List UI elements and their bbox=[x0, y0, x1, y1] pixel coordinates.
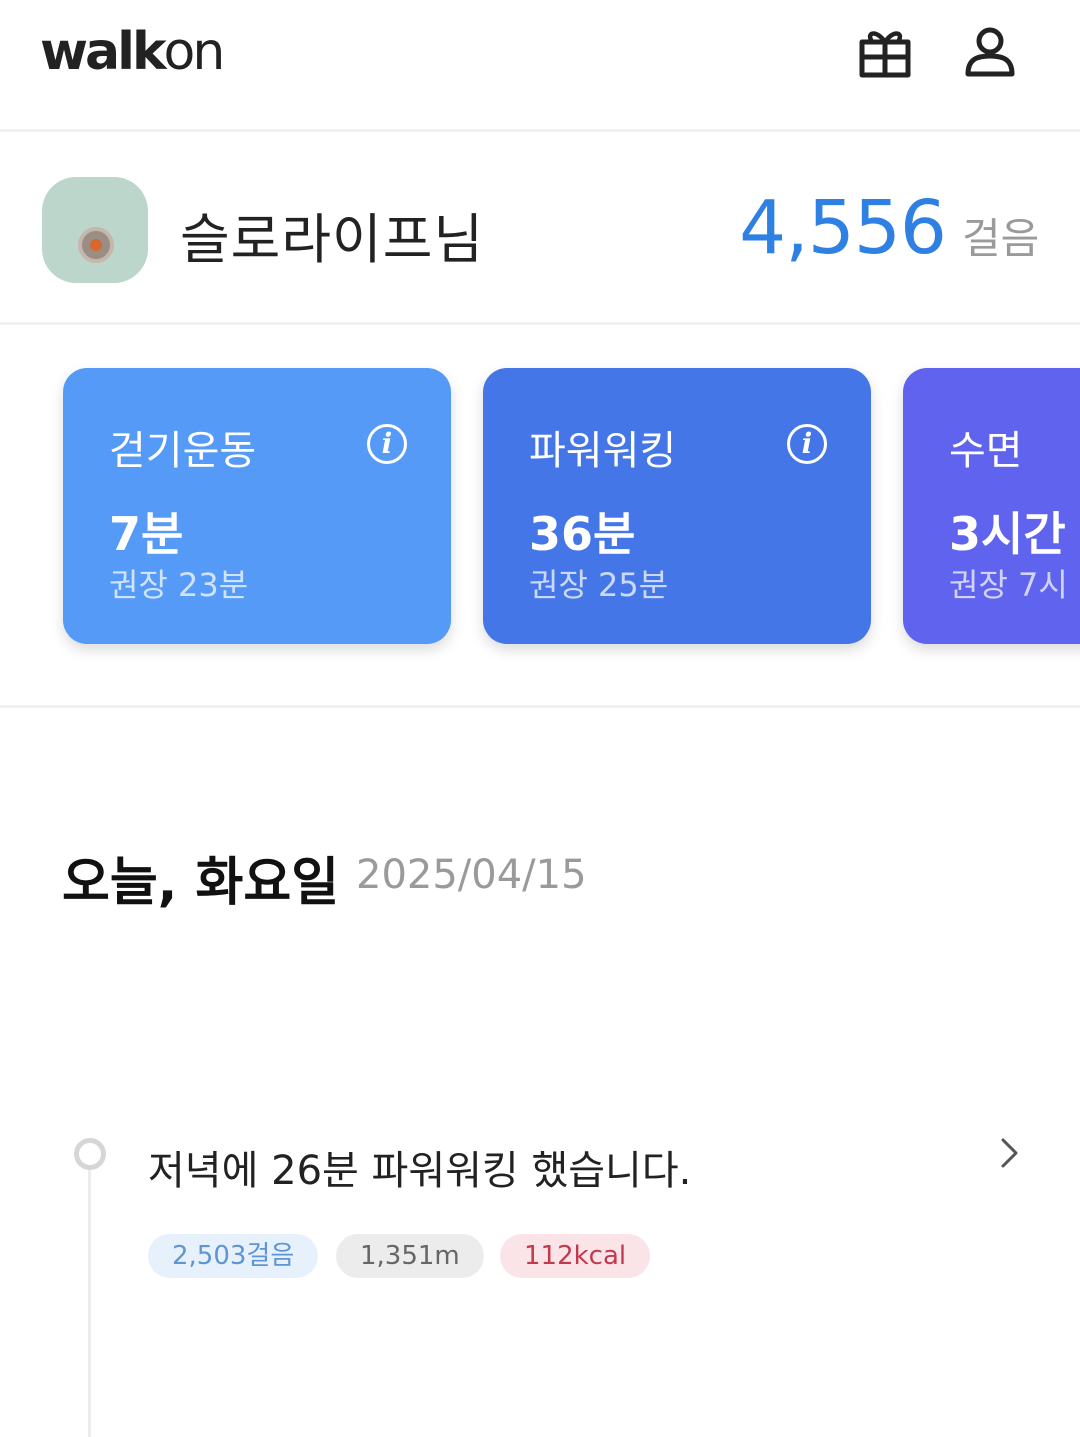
distance-chip: 1,351m bbox=[336, 1234, 484, 1278]
day-title: 오늘, 화요일 bbox=[62, 853, 340, 913]
info-icon[interactable]: i bbox=[787, 424, 827, 464]
avatar[interactable] bbox=[42, 177, 148, 283]
user-name: 슬로라이프님 bbox=[180, 208, 485, 271]
walkon-logo: walkon bbox=[40, 22, 225, 82]
gift-icon[interactable] bbox=[857, 24, 913, 80]
card-power-walking[interactable]: 파워워킹 i 36분 권장 25분 bbox=[483, 368, 871, 644]
profile-summary: 슬로라이프님 4,556 걸음 bbox=[0, 135, 1080, 325]
card-value: 36분 bbox=[529, 507, 636, 561]
activity-cards: 걷기운동 i 7분 권장 23분 파워워킹 i 36분 권장 25분 수면 3시… bbox=[0, 328, 1080, 708]
card-title: 걷기운동 bbox=[109, 428, 257, 474]
card-value: 3시간 bbox=[949, 507, 1066, 561]
day-date: 2025/04/15 bbox=[356, 852, 587, 898]
top-bar: walkon bbox=[0, 0, 1080, 132]
activity-summary[interactable]: 저녁에 26분 파워워킹 했습니다. bbox=[148, 1138, 691, 1196]
timeline-line bbox=[88, 1168, 91, 1437]
calories-chip: 112kcal bbox=[500, 1234, 651, 1278]
card-recommended: 권장 7시 bbox=[949, 566, 1068, 604]
timeline-dot-icon bbox=[74, 1138, 106, 1170]
card-title: 파워워킹 bbox=[529, 428, 677, 474]
info-icon[interactable]: i bbox=[367, 424, 407, 464]
chevron-right-icon[interactable] bbox=[994, 1136, 1024, 1170]
card-recommended: 권장 23분 bbox=[109, 566, 249, 604]
card-value: 7분 bbox=[109, 507, 184, 561]
card-recommended: 권장 25분 bbox=[529, 566, 669, 604]
avatar-image bbox=[78, 227, 114, 263]
step-unit: 걸음 bbox=[962, 214, 1040, 263]
user-icon[interactable] bbox=[962, 24, 1018, 80]
card-sleep[interactable]: 수면 3시간 권장 7시 bbox=[903, 368, 1080, 644]
step-count: 4,556 bbox=[739, 185, 947, 271]
steps-chip: 2,503걸음 bbox=[148, 1234, 319, 1278]
card-title: 수면 bbox=[949, 428, 1023, 474]
card-walking[interactable]: 걷기운동 i 7분 권장 23분 bbox=[63, 368, 451, 644]
